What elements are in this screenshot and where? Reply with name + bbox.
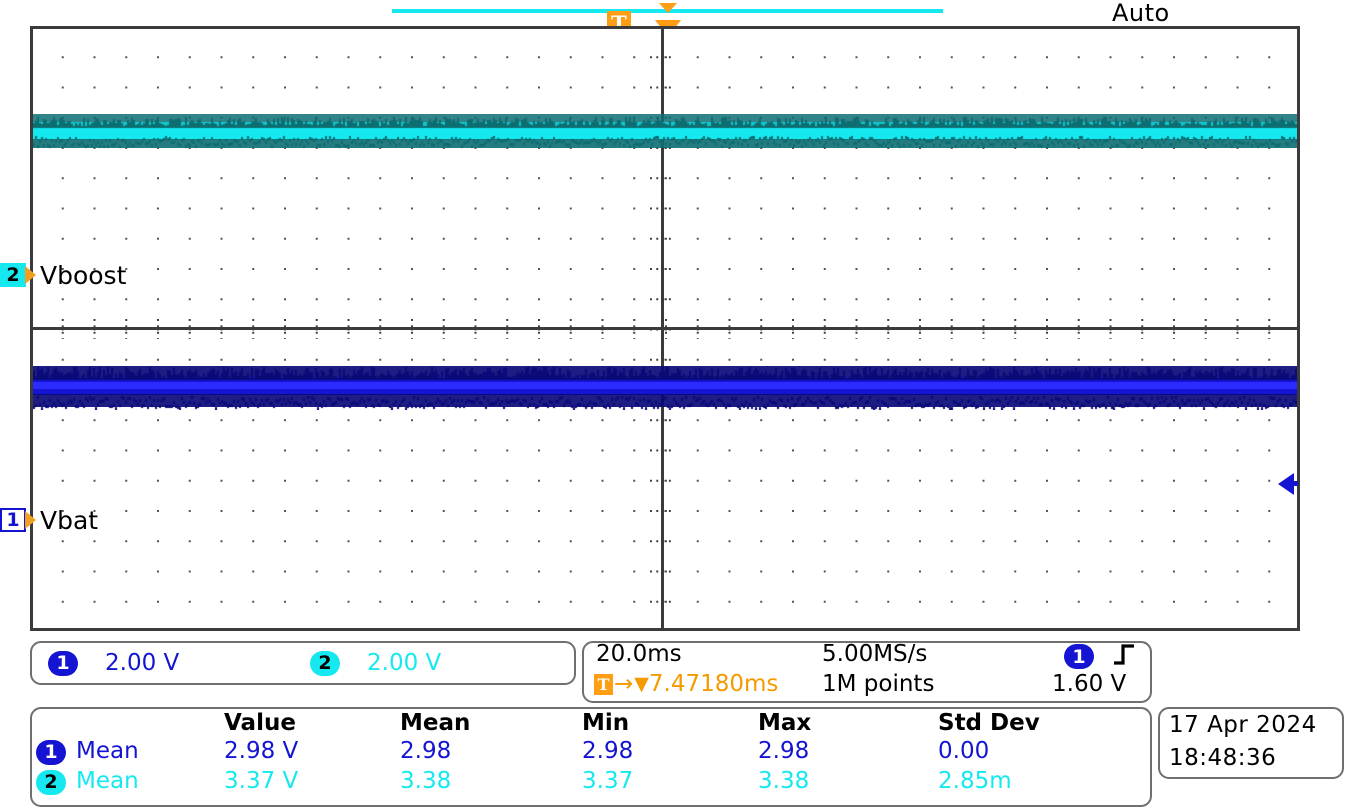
graticule-border-right [1297,26,1300,631]
trigger-level-value[interactable]: 1.60 V [1052,671,1126,697]
measurement-name-ch1: Mean [76,736,224,766]
col-max: Max [758,709,938,736]
measurement-min-ch1: 2.98 [582,736,758,766]
datetime-panel: 17 Apr 2024 18:48:36 [1158,707,1344,779]
date-label: 17 Apr 2024 [1160,709,1342,742]
waveform-graticule[interactable]: 2 Vboost 1 Vbat [30,26,1300,631]
trigger-source-badge[interactable]: 1 [1064,644,1094,669]
channel-pointer-ch1-icon [25,511,36,529]
trigger-slope-icon[interactable] [1112,641,1136,671]
row-badge-cell-2: 2 [32,766,76,796]
channel-reference-marker-ch2[interactable]: 2 Vboost [0,262,126,288]
time-per-division[interactable]: 20.0ms [596,641,682,667]
channel-badge-ch1-settings[interactable]: 1 [48,651,78,676]
col-badge [32,709,76,736]
channel-label-vboost: Vboost [40,263,126,288]
graticule-center-horizontal-axis [30,327,1300,330]
horizontal-trigger-panel: 20.0ms 5.00MS/s 1 T → ▼ 7.47180ms 1M poi… [582,641,1152,703]
sample-rate[interactable]: 5.00MS/s [822,641,927,667]
trigger-level-marker-icon[interactable] [1278,473,1294,495]
table-row[interactable]: 2 Mean 3.37 V 3.38 3.37 3.38 2.85m [32,766,1150,796]
row-badge-cell: 1 [32,736,76,766]
channel-label-vbat: Vbat [40,508,98,533]
channel-badge-ch2-settings[interactable]: 2 [310,651,340,676]
channel-scale-ch1[interactable]: 2.00 V [105,650,179,676]
graticule-border-bottom [30,628,1300,631]
trigger-level-caret-icon[interactable] [659,3,677,13]
col-std-dev: Std Dev [938,709,1150,736]
record-length[interactable]: 1M points [822,671,934,697]
waveform-trace-ch1 [33,366,1297,410]
measurement-max-ch2: 3.38 [758,766,938,796]
col-min: Min [582,709,758,736]
measurement-mean-ch2: 3.38 [400,766,582,796]
waveform-noise-overlay [33,366,1297,410]
graticule-border-top [30,26,1300,29]
channel-scale-ch2[interactable]: 2.00 V [367,650,441,676]
measurement-badge-ch2[interactable]: 2 [36,770,66,795]
trigger-delay-t-icon: T [594,674,613,695]
measurement-stddev-ch2: 2.85m [938,766,1150,796]
channel-reference-marker-ch1[interactable]: 1 Vbat [0,507,98,533]
col-name [76,709,224,736]
trigger-delay-readout[interactable]: T → ▼ 7.47180ms [594,671,778,697]
channel-badge-ch1[interactable]: 1 [0,508,26,532]
channel-pointer-ch2-icon [25,266,36,284]
col-value: Value [224,709,400,736]
trigger-delay-value[interactable]: 7.47180ms [649,671,779,697]
measurement-min-ch2: 3.37 [582,766,758,796]
measurements-panel: Value Mean Min Max Std Dev 1 Mean 2.98 V… [30,707,1152,807]
channel-settings-panel: 1 2.00 V 2 2.00 V [30,641,576,685]
measurement-max-ch1: 2.98 [758,736,938,766]
measurements-table: Value Mean Min Max Std Dev 1 Mean 2.98 V… [32,709,1150,796]
col-mean: Mean [400,709,582,736]
measurements-header-row: Value Mean Min Max Std Dev [32,709,1150,736]
trigger-state-label: Auto [1112,0,1170,27]
measurement-mean-ch1: 2.98 [400,736,582,766]
trigger-source-badge-wrap[interactable]: 1 [1064,644,1094,669]
waveform-trace-ch2 [33,114,1297,150]
time-label: 18:48:36 [1160,742,1342,775]
measurement-name-ch2: Mean [76,766,224,796]
measurement-value-ch1: 2.98 V [224,736,400,766]
waveform-noise-overlay [33,114,1297,150]
channel-badge-ch2[interactable]: 2 [0,263,26,287]
table-row[interactable]: 1 Mean 2.98 V 2.98 2.98 2.98 0.00 [32,736,1150,766]
measurement-badge-ch1[interactable]: 1 [36,740,66,765]
channel-setting-ch2[interactable]: 2 2.00 V [310,650,441,676]
measurement-value-ch2: 3.37 V [224,766,400,796]
trigger-delay-arrow-icon: → [614,671,633,697]
measurement-stddev-ch1: 0.00 [938,736,1150,766]
channel-setting-ch1[interactable]: 1 2.00 V [48,650,310,676]
trigger-delay-caret-icon: ▼ [634,673,649,695]
